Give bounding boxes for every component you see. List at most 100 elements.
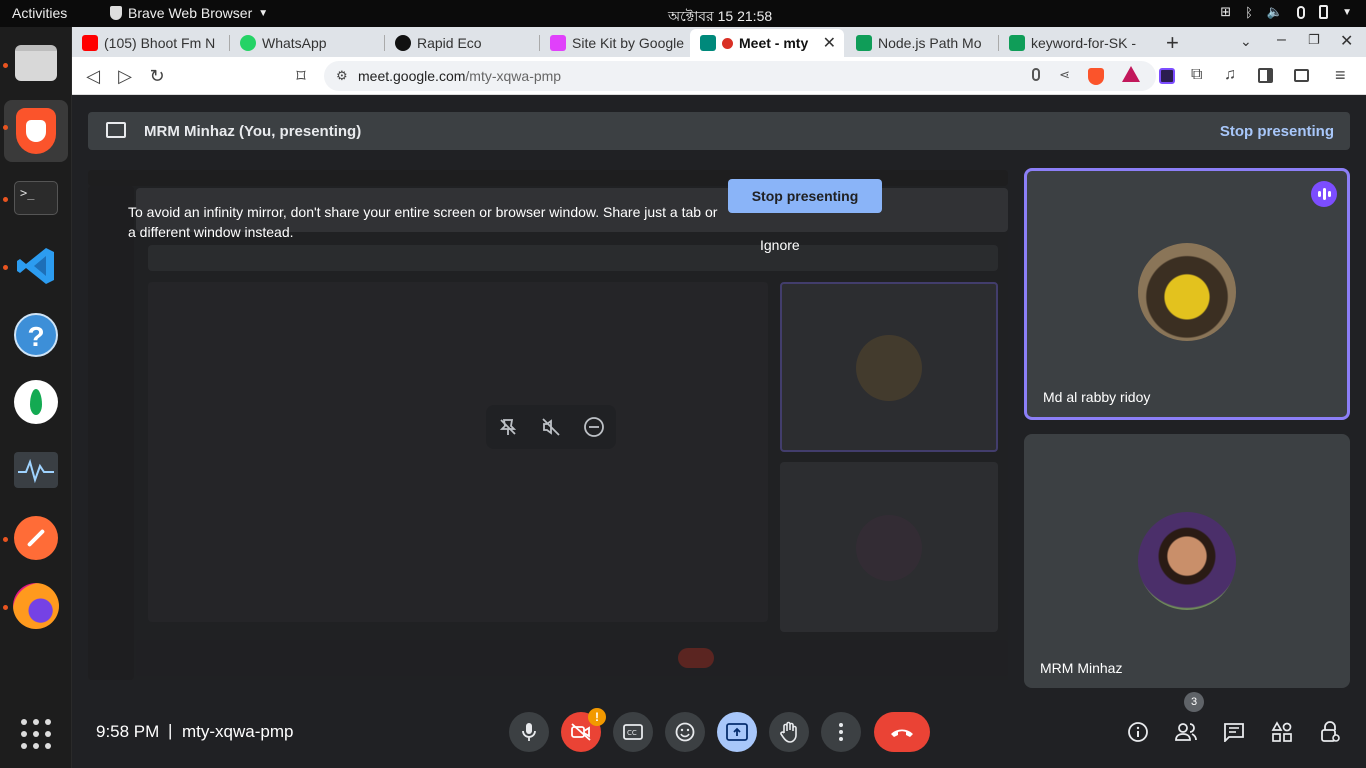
stop-presenting-link[interactable]: Stop presenting [1220,123,1334,140]
brave-lion-icon [110,6,122,20]
lock-person-icon [1321,721,1340,742]
dock-postman[interactable] [4,507,68,569]
tab-strip: (105) Bhoot Fm N WhatsApp Rapid Eco Site… [72,27,1366,57]
presentation-controls [486,405,616,449]
tab-label: Meet - mty [739,35,809,51]
presenting-banner: MRM Minhaz (You, presenting) Stop presen… [88,112,1350,150]
brave-shields-icon[interactable] [1088,68,1104,85]
site-info-icon[interactable]: ⚙ [336,68,348,84]
reactions-button[interactable] [665,712,705,752]
back-button[interactable]: ◁ [82,65,104,87]
participant-name: MRM Minhaz [1040,660,1123,676]
activities-button[interactable]: Activities [12,5,67,21]
forward-button[interactable]: ▷ [114,65,136,87]
system-tray[interactable]: ⊞ ᛒ 🔈 ▼ [1220,4,1352,20]
tab-nodejs-path[interactable]: Node.js Path Mo [846,29,996,57]
extension-ai-icon[interactable] [1159,68,1175,84]
dock-terminal[interactable]: >_ [4,167,68,229]
running-indicator [3,197,8,202]
people-button[interactable] [1172,718,1200,746]
maximize-window-button[interactable]: ❐ [1308,32,1320,48]
presenting-title: MRM Minhaz (You, presenting) [144,123,362,140]
more-vert-icon [839,723,843,741]
dock-vscode[interactable] [4,235,68,297]
remove-circle-icon[interactable] [581,414,607,440]
recording-dot-icon [722,37,733,49]
running-indicator [3,63,8,68]
more-options-button[interactable] [821,712,861,752]
microphone-icon [522,723,536,741]
meeting-code: mty-xqwa-pmp [182,722,294,741]
vscode-icon [17,248,54,284]
host-controls-button[interactable] [1316,718,1344,746]
dock-brave[interactable] [4,100,68,162]
browser-toolbar: ◁ ▷ ↻ ⌑ ⚙ meet.google.com/mty-xqwa-pmp ⋖… [72,57,1366,95]
tab-site-kit[interactable]: Site Kit by Google [540,29,688,57]
activities-button[interactable] [1268,718,1296,746]
close-window-button[interactable]: ✕ [1340,31,1353,51]
tab-label: WhatsApp [262,35,327,51]
meeting-separator: | [168,721,173,740]
wallet-icon[interactable] [1294,69,1309,82]
brave-rewards-icon[interactable] [1122,66,1140,82]
dock-help[interactable]: ? [4,304,68,366]
raise-hand-icon [780,721,797,743]
rapid-eco-icon [395,35,411,51]
raise-hand-button[interactable] [769,712,809,752]
clock[interactable]: অক্টোবর 15 21:58 [668,5,772,29]
new-tab-button[interactable]: + [1166,30,1179,56]
dock-files[interactable] [4,32,68,94]
reload-button[interactable]: ↻ [146,65,168,87]
bookmark-icon[interactable]: ⌑ [290,65,312,87]
participant-name: Md al rabby ridoy [1043,389,1151,405]
present-screen-icon [726,723,748,741]
tab-search-chevron-icon[interactable]: ⌄ [1240,33,1252,50]
participant-tile[interactable]: Md al rabby ridoy [1024,168,1350,420]
files-icon [15,45,57,81]
browser-menu-icon[interactable]: ≡ [1335,65,1346,86]
meeting-details-button[interactable] [1124,718,1152,746]
show-applications-button[interactable] [4,703,68,765]
present-now-button[interactable] [717,712,757,752]
google-meet-icon [700,35,716,51]
share-icon[interactable]: ⋖ [1059,67,1070,83]
extensions-puzzle-icon[interactable]: ⧉ [1191,66,1202,84]
svg-text:CC: CC [627,729,637,737]
info-icon [1128,722,1148,742]
activities-shapes-icon [1271,721,1292,742]
system-monitor-icon [14,452,58,488]
url-path: /mty-xqwa-pmp [465,68,562,84]
participant-avatar [1138,512,1236,610]
running-indicator [3,605,8,610]
meet-page: MRM Minhaz (You, presenting) Stop presen… [72,96,1366,768]
microphone-button[interactable] [509,712,549,752]
volume-off-icon[interactable] [538,414,564,440]
tab-youtube[interactable]: (105) Bhoot Fm N [72,29,227,57]
participant-count-badge: 3 [1184,692,1204,712]
chat-button[interactable] [1220,718,1248,746]
sidebar-toggle-icon[interactable] [1258,68,1273,83]
ignore-button[interactable]: Ignore [760,237,800,253]
mongodb-leaf-icon [14,380,58,424]
running-indicator [3,537,8,542]
tab-keyword-sheet[interactable]: keyword-for-SK - [999,29,1151,57]
participant-tile[interactable]: MRM Minhaz [1024,434,1350,688]
tab-meet[interactable]: Meet - mty ✕ [690,29,844,57]
close-tab-icon[interactable]: ✕ [823,33,836,53]
dock-firefox[interactable] [4,575,68,637]
dock-mongodb-compass[interactable] [4,371,68,433]
dock-system-monitor[interactable] [4,439,68,501]
minimize-window-button[interactable]: – [1277,31,1286,49]
app-menu[interactable]: Brave Web Browser ▼ [110,5,268,21]
pin-off-icon[interactable] [495,414,521,440]
url-mic-icon[interactable] [1032,68,1040,81]
captions-button[interactable]: CC [613,712,653,752]
tab-rapid-eco[interactable]: Rapid Eco [385,29,537,57]
leave-call-button[interactable] [874,712,930,752]
stop-presenting-button[interactable]: Stop presenting [728,179,882,213]
media-music-icon[interactable]: ♫ [1224,66,1236,84]
participant-avatar [1138,243,1236,341]
tab-whatsapp[interactable]: WhatsApp [230,29,382,57]
meeting-time: 9:58 PM [96,722,160,741]
address-bar[interactable]: ⚙ meet.google.com/mty-xqwa-pmp ⋖ [324,61,1156,91]
